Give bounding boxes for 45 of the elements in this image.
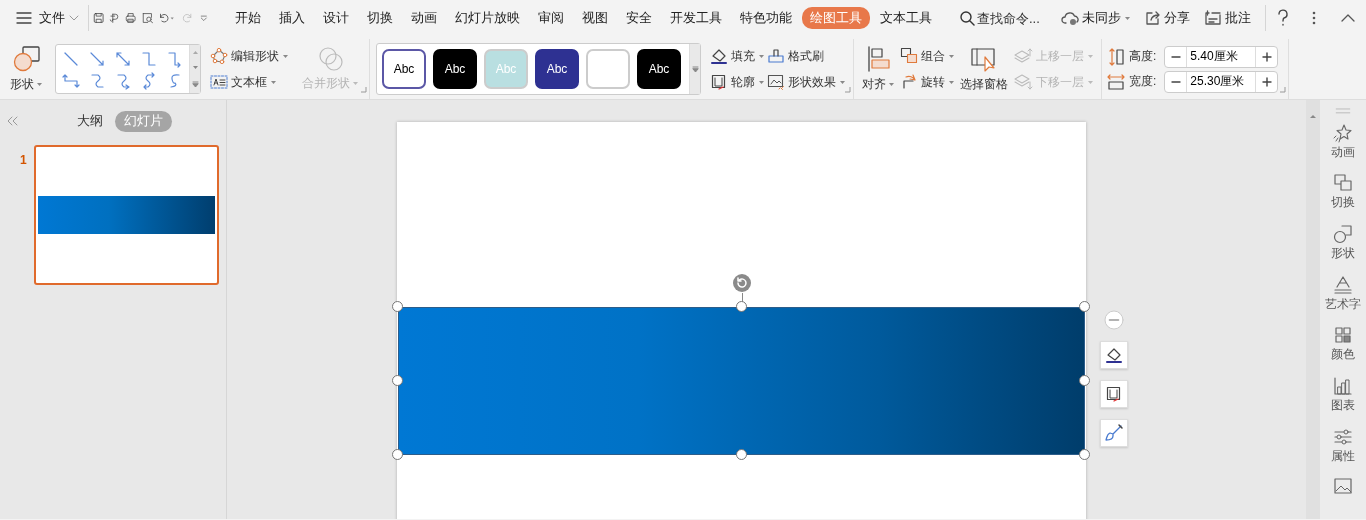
ribbon-tab[interactable]: 切换 bbox=[358, 7, 401, 29]
shape-style-swatch[interactable]: Abc bbox=[535, 49, 579, 89]
height-spinner[interactable]: 5.40厘米 bbox=[1164, 45, 1279, 68]
shape-style-swatch[interactable]: Abc bbox=[382, 49, 426, 89]
search-field[interactable]: 查找命令... bbox=[976, 10, 1057, 26]
chart-panel-button[interactable]: 图表 bbox=[1331, 374, 1355, 418]
file-menu[interactable]: 文件 bbox=[12, 6, 84, 30]
comment-button[interactable]: 批注 bbox=[1200, 6, 1255, 30]
ribbon-tab[interactable]: 视图 bbox=[573, 7, 616, 29]
rotate-button[interactable]: 旋转 bbox=[899, 69, 956, 95]
ribbon-tab[interactable]: 特色功能 bbox=[731, 7, 800, 29]
properties-panel-button[interactable]: 属性 bbox=[1331, 424, 1355, 469]
ribbon-tab[interactable]: 审阅 bbox=[529, 7, 572, 29]
edit-shape-button[interactable]: 编辑形状 bbox=[209, 43, 290, 69]
height-label: 高度: bbox=[1129, 48, 1157, 65]
fill-button[interactable]: 填充 bbox=[709, 43, 766, 69]
shape-button[interactable]: 形状 bbox=[6, 43, 47, 95]
share-button[interactable]: 分享 bbox=[1141, 6, 1194, 30]
shape-panel-button[interactable]: 形状 bbox=[1331, 222, 1355, 266]
align-button[interactable]: 对齐 bbox=[858, 43, 899, 95]
ribbon-tab[interactable]: 开发工具 bbox=[661, 7, 730, 29]
group-button[interactable]: 组合 bbox=[899, 43, 956, 69]
ribbon-tab[interactable]: 插入 bbox=[270, 7, 313, 29]
panel-tab[interactable]: 大纲 bbox=[68, 110, 112, 132]
color-panel-button[interactable]: 颜色 bbox=[1331, 323, 1355, 368]
ribbon-tab[interactable]: 文本工具 bbox=[871, 7, 940, 29]
ribbon-tab[interactable]: 开始 bbox=[226, 7, 269, 29]
ribbon-tab[interactable]: 安全 bbox=[617, 7, 660, 29]
shape-style-swatch[interactable]: Abc bbox=[433, 49, 477, 89]
text-box-button[interactable]: 文本框 bbox=[209, 69, 290, 95]
ribbon-tab[interactable]: 设计 bbox=[314, 7, 357, 29]
shape-style-swatch[interactable]: Abc bbox=[637, 49, 681, 89]
width-label: 宽度: bbox=[1129, 73, 1157, 90]
outline-button[interactable]: 轮廓 bbox=[709, 69, 766, 95]
effects-button[interactable]: 形状效果 bbox=[766, 69, 847, 95]
ribbon-tab[interactable]: 幻灯片放映 bbox=[446, 7, 528, 29]
selection-pane-button[interactable]: 选择窗格 bbox=[956, 43, 1012, 95]
animation-panel-button[interactable]: 动画 bbox=[1331, 120, 1355, 165]
ribbon-tab[interactable]: 动画 bbox=[402, 7, 445, 29]
width-spinner[interactable]: 25.30厘米 bbox=[1164, 70, 1279, 93]
art-text-panel-button[interactable]: 艺术字 bbox=[1325, 272, 1361, 317]
slide-number: 1 bbox=[20, 152, 28, 169]
sync-button[interactable]: 未同步 bbox=[1057, 6, 1135, 30]
painter-button[interactable]: 格式刷 bbox=[766, 43, 847, 69]
transition-panel-button[interactable]: 切换 bbox=[1331, 171, 1355, 216]
